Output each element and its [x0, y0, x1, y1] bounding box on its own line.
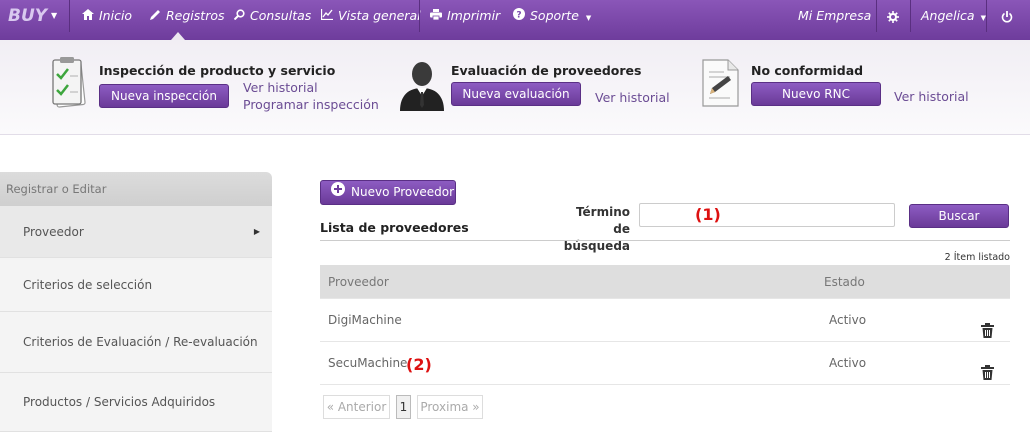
supplier-status: Activo [829, 356, 867, 370]
nav-consultas-label: Consultas [250, 8, 312, 23]
pencil-icon [150, 0, 161, 32]
trash-icon[interactable] [981, 355, 995, 380]
column-header-proveedor[interactable]: Proveedor [328, 265, 389, 299]
supplier-person-icon [397, 59, 447, 114]
column-header-estado[interactable]: Estado [824, 265, 865, 299]
plus-circle-icon [331, 181, 345, 204]
inspection-history-link[interactable]: Ver historial [243, 80, 318, 95]
schedule-inspection-link[interactable]: Programar inspección [243, 97, 379, 112]
sidebar-item-label: Criterios de Evaluación / Re-evaluación [23, 335, 258, 349]
sidebar-item-criterios-seleccion[interactable]: Criterios de selección [0, 258, 272, 312]
supplier-status: Activo [829, 313, 867, 327]
active-tab-pointer [171, 32, 185, 40]
sidebar-item-label: Criterios de selección [23, 278, 153, 292]
evaluation-history-link[interactable]: Ver historial [595, 90, 670, 105]
search-icon [233, 0, 245, 32]
search-button[interactable]: Buscar [909, 204, 1009, 228]
trash-icon[interactable] [981, 313, 995, 338]
nav-consultas[interactable]: Consultas [233, 0, 312, 32]
clipboard-check-icon [48, 56, 88, 111]
nav-vista-general[interactable]: Vista general [320, 0, 421, 32]
list-title: Lista de proveedores [320, 220, 469, 235]
search-input[interactable] [639, 203, 895, 227]
chevron-right-icon: ▶ [253, 227, 260, 236]
sidebar-header: Registrar o Editar [0, 172, 272, 206]
nav-soporte-label: Soporte [530, 8, 579, 23]
new-supplier-button[interactable]: Nuevo Proveedor [320, 180, 456, 205]
inspection-title: Inspección de producto y servicio [99, 63, 336, 78]
brand-logo: BUY [8, 6, 48, 26]
sidebar-item-label: Proveedor [23, 225, 84, 239]
nav-imprimir[interactable]: Imprimir [430, 0, 500, 32]
new-rnc-button[interactable]: Nuevo RNC [751, 82, 881, 106]
modules-panel: Inspección de producto y servicio Nueva … [0, 40, 1030, 135]
nav-vista-general-label: Vista general [338, 8, 421, 23]
rnc-history-link[interactable]: Ver historial [894, 89, 969, 104]
sidebar: Registrar o Editar Proveedor ▶ Criterios… [0, 172, 272, 432]
annotation-2: (2) [406, 355, 432, 374]
help-icon: ? [513, 0, 525, 32]
nonconformity-title: No conformidad [751, 63, 864, 78]
supplier-eval-title: Evaluación de proveedores [451, 63, 642, 78]
annotation-1: (1) [695, 205, 721, 224]
sidebar-item-proveedor[interactable]: Proveedor ▶ [0, 206, 272, 258]
nav-company[interactable]: Mi Empresa [798, 0, 871, 32]
new-supplier-label: Nuevo Proveedor [351, 185, 455, 199]
item-count: 2 Ítem listado [944, 252, 1010, 263]
svg-text:?: ? [516, 11, 521, 21]
sidebar-item-criterios-evaluacion[interactable]: Criterios de Evaluación / Re-evaluación [0, 312, 272, 373]
nav-inicio[interactable]: Inicio [82, 0, 132, 32]
user-menu[interactable]: Angelica ▼ [921, 0, 986, 32]
printer-icon [430, 0, 442, 32]
nav-inicio-label: Inicio [99, 8, 133, 23]
brand-menu[interactable]: BUY ▼ [0, 0, 70, 32]
list-divider [320, 240, 1010, 241]
chevron-down-icon: ▼ [51, 11, 58, 20]
chart-icon [320, 0, 333, 32]
supplier-name[interactable]: SecuMachine [328, 342, 407, 385]
document-pencil-icon [700, 58, 742, 111]
pager-next[interactable]: Proxima » [417, 395, 483, 419]
user-name: Angelica [921, 8, 975, 23]
search-label: Término de búsqueda [563, 205, 630, 253]
top-navbar: BUY ▼ Inicio Registros Consultas Vista g… [0, 0, 1030, 40]
nav-registros-label: Registros [166, 8, 225, 23]
nav-imprimir-label: Imprimir [447, 8, 501, 23]
chevron-down-icon: ▼ [585, 14, 592, 22]
nav-soporte[interactable]: ? Soporte ▼ [513, 0, 591, 32]
table-row[interactable]: DigiMachine Activo [320, 299, 1010, 342]
pager-previous[interactable]: « Anterior [323, 395, 390, 419]
new-inspection-button[interactable]: Nueva inspección [99, 84, 229, 108]
sidebar-item-label: Productos / Servicios Adquiridos [23, 395, 216, 409]
home-icon [82, 0, 94, 32]
new-evaluation-button[interactable]: Nueva evaluación [451, 82, 581, 106]
table-header-row: Proveedor Estado [320, 265, 1010, 299]
power-icon[interactable] [1001, 0, 1013, 32]
nav-registros[interactable]: Registros [150, 0, 225, 32]
settings-icon[interactable] [887, 0, 899, 32]
sidebar-item-productos-servicios[interactable]: Productos / Servicios Adquiridos [0, 373, 272, 432]
supplier-name[interactable]: DigiMachine [328, 299, 402, 342]
pager-page-current[interactable]: 1 [396, 395, 411, 419]
